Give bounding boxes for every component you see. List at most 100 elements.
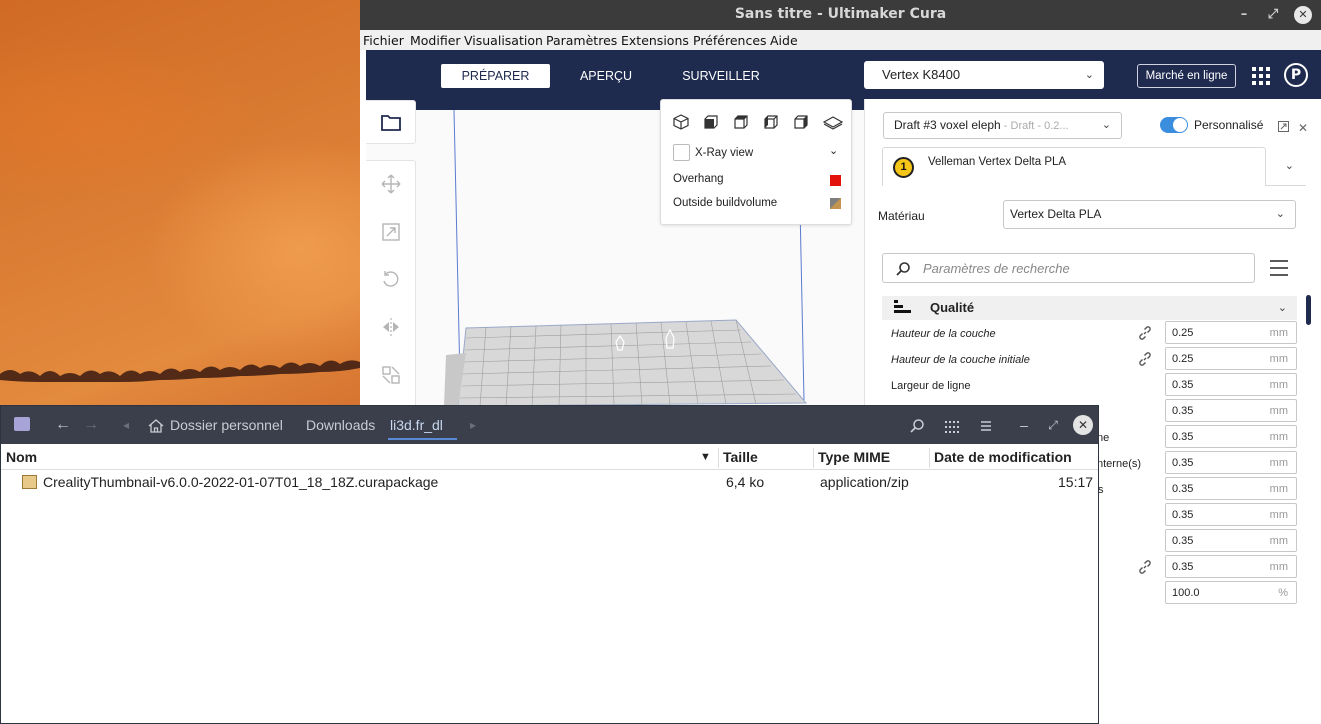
setting-value-input[interactable]: 0.25 mm	[1165, 347, 1297, 370]
breadcrumb-current[interactable]: li3d.fr_dl	[390, 417, 443, 433]
maximize-icon[interactable]: ⤢	[1044, 416, 1062, 434]
setting-value-input[interactable]: 0.35 mm	[1165, 529, 1297, 552]
setting-value-input[interactable]: 100.0%	[1165, 581, 1297, 604]
move-icon[interactable]	[380, 173, 402, 195]
per-model-settings-icon[interactable]	[380, 364, 402, 386]
menu-parametres[interactable]: Paramètres	[546, 33, 617, 48]
view-type-icon[interactable]	[823, 114, 843, 130]
file-mime: application/zip	[820, 474, 909, 490]
file-manager-window: ← → ◂ Dossier personnel Downloads li3d.f…	[0, 405, 1099, 724]
settings-scrollbar[interactable]	[1306, 295, 1311, 325]
transform-toolbar	[366, 160, 416, 409]
setting-unit: mm	[1269, 457, 1288, 469]
setting-unit: mm	[1269, 483, 1288, 495]
view-top-icon[interactable]	[733, 114, 749, 130]
close-icon[interactable]: ✕	[1073, 415, 1093, 435]
menu-visualisation[interactable]: Visualisation	[464, 33, 543, 48]
wallpaper-birds	[0, 360, 360, 382]
file-row[interactable]: CrealityThumbnail-v6.0.0-2022-01-07T01_1…	[1, 470, 1098, 494]
printer-select[interactable]: Vertex K8400 ⌄	[864, 61, 1104, 89]
setting-value: 0.35	[1172, 405, 1194, 417]
link-icon[interactable]	[1137, 351, 1153, 367]
chevron-down-icon[interactable]: ⌄	[829, 144, 838, 157]
apps-grid-icon[interactable]	[1251, 66, 1271, 86]
settings-menu-icon[interactable]	[1269, 259, 1289, 277]
setting-value: 0.35	[1172, 509, 1194, 521]
file-name: CrealityThumbnail-v6.0.0-2022-01-07T01_1…	[43, 474, 439, 490]
extruder-dropdown[interactable]: ⌄	[1266, 147, 1306, 186]
setting-unit: mm	[1269, 353, 1288, 365]
breadcrumb-right-icon[interactable]: ▸	[463, 415, 483, 435]
rotate-icon[interactable]	[380, 268, 402, 290]
open-file-button[interactable]	[366, 100, 416, 144]
setting-value: 0.35	[1172, 431, 1194, 443]
extruder-badge-icon: 1	[893, 157, 914, 178]
setting-value-input[interactable]: 0.35 mm	[1165, 451, 1297, 474]
grid-view-icon[interactable]	[944, 418, 960, 434]
popout-icon[interactable]	[1278, 121, 1289, 132]
marketplace-button[interactable]: Marché en ligne	[1137, 64, 1236, 88]
column-size[interactable]: Taille	[723, 449, 758, 465]
cura-titlebar: Sans titre - Ultimaker Cura – ⤢ ✕	[360, 0, 1321, 30]
setting-value-input[interactable]: 0.35 mm	[1165, 477, 1297, 500]
close-panel-icon[interactable]: ✕	[1298, 121, 1308, 135]
setting-value: 0.35	[1172, 561, 1194, 573]
column-date[interactable]: Date de modification	[934, 449, 1072, 465]
tab-apercu[interactable]: APERÇU	[566, 64, 646, 88]
xray-label: X-Ray view	[695, 147, 754, 159]
setting-value-input[interactable]: 0.35 mm	[1165, 399, 1297, 422]
minimize-icon[interactable]: –	[1015, 416, 1033, 434]
material-select[interactable]: Vertex Delta PLA ⌄	[1003, 200, 1296, 229]
mirror-icon[interactable]	[380, 316, 402, 338]
menu-aide[interactable]: Aide	[770, 33, 798, 48]
menu-extensions[interactable]: Extensions	[621, 33, 689, 48]
menu-fichier[interactable]: Fichier	[363, 33, 404, 48]
setting-value-input[interactable]: 0.35 mm	[1165, 425, 1297, 448]
link-icon[interactable]	[1137, 325, 1153, 341]
profile-subtitle: - Draft - 0.2...	[1000, 120, 1069, 132]
extruder-tab[interactable]: 1 Velleman Vertex Delta PLA	[882, 147, 1266, 186]
section-quality-header[interactable]: Qualité ⌄	[882, 296, 1297, 320]
home-icon[interactable]	[148, 419, 164, 433]
view-left-icon[interactable]	[763, 114, 779, 130]
menubar: Fichier Modifier Visualisation Paramètre…	[360, 30, 1321, 50]
forward-arrow-icon[interactable]: →	[81, 415, 101, 435]
breadcrumb-active-indicator	[388, 438, 457, 440]
menu-icon[interactable]	[978, 418, 994, 434]
setting-unit: mm	[1269, 431, 1288, 443]
close-icon[interactable]: ✕	[1294, 6, 1312, 24]
tab-preparer[interactable]: PRÉPARER	[441, 64, 550, 88]
setting-value-input[interactable]: 0.25 mm	[1165, 321, 1297, 344]
setting-unit: %	[1278, 587, 1288, 599]
view-right-icon[interactable]	[793, 114, 809, 130]
settings-search	[882, 253, 1255, 283]
view-3d-icon[interactable]	[673, 114, 689, 130]
breadcrumb-home[interactable]: Dossier personnel	[170, 417, 283, 433]
chevron-down-icon: ⌄	[1275, 208, 1285, 220]
setting-value-input[interactable]: 0.35 mm	[1165, 373, 1297, 396]
xray-checkbox[interactable]	[673, 144, 690, 161]
outside-buildvolume-swatch	[830, 198, 841, 209]
tab-surveiller[interactable]: SURVEILLER	[671, 64, 771, 88]
maximize-icon[interactable]: ⤢	[1264, 6, 1282, 24]
scale-icon[interactable]	[380, 221, 402, 243]
setting-value-input[interactable]: 0.35 mm	[1165, 503, 1297, 526]
breadcrumb-downloads[interactable]: Downloads	[306, 417, 375, 433]
menu-preferences[interactable]: Préférences	[693, 33, 767, 48]
minimize-icon[interactable]: –	[1235, 6, 1253, 24]
account-avatar[interactable]: P	[1284, 63, 1308, 87]
menu-modifier[interactable]: Modifier	[410, 33, 461, 48]
view-front-icon[interactable]	[703, 114, 719, 130]
search-icon[interactable]	[909, 418, 925, 434]
link-icon[interactable]	[1137, 559, 1153, 575]
view-options-panel: X-Ray view ⌄ Overhang Outside buildvolum…	[660, 99, 852, 225]
settings-search-input[interactable]	[923, 259, 1243, 277]
back-arrow-icon[interactable]: ←	[53, 415, 73, 435]
setting-value-input[interactable]: 0.35 mm	[1165, 555, 1297, 578]
column-mime[interactable]: Type MIME	[818, 449, 890, 465]
custom-mode-toggle[interactable]	[1160, 117, 1188, 133]
profile-select[interactable]: Draft #3 voxel eleph - Draft - 0.2... ⌄	[883, 112, 1122, 139]
breadcrumb-left-icon[interactable]: ◂	[116, 415, 136, 435]
column-name[interactable]: Nom	[6, 449, 37, 465]
sort-desc-icon[interactable]: ▼	[700, 451, 711, 463]
